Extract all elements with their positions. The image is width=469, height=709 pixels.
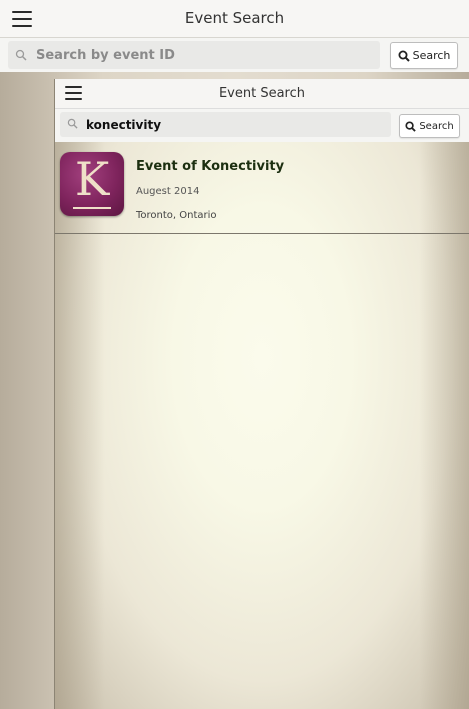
outer-header: Event Search — [0, 0, 469, 38]
results-area: K Event of Konectivity Augest 2014 Toron… — [55, 142, 469, 709]
inner-search-bar: Search — [55, 109, 469, 142]
inner-page-title: Event Search — [218, 86, 306, 101]
search-icon — [398, 50, 410, 62]
magnifier-icon — [67, 118, 78, 129]
page-title: Event Search — [184, 9, 285, 27]
event-name: Event of Konectivity — [136, 159, 285, 174]
event-logo: K — [60, 152, 124, 216]
inner-header: Event Search — [55, 79, 469, 109]
search-icon — [405, 120, 417, 132]
inner-panel: Event Search Search K Event of Konectivi… — [54, 79, 469, 709]
event-id-search-input[interactable] — [36, 41, 376, 69]
event-date: Augest 2014 — [136, 186, 200, 197]
event-logo-letter: K — [74, 152, 110, 206]
event-result-item[interactable]: K Event of Konectivity Augest 2014 Toron… — [55, 150, 469, 234]
outer-search-bar: Search — [0, 38, 469, 72]
search-button-label: Search — [419, 120, 454, 132]
event-logo-underline — [73, 207, 111, 209]
event-id-search-field[interactable] — [8, 41, 380, 69]
inner-search-input[interactable] — [86, 112, 386, 137]
inner-search-field[interactable] — [60, 112, 391, 137]
inner-search-button[interactable]: Search — [399, 114, 460, 138]
search-button-label: Search — [412, 49, 451, 62]
magnifier-icon — [15, 49, 27, 61]
search-button[interactable]: Search — [390, 42, 458, 69]
event-location: Toronto, Ontario — [136, 210, 217, 221]
